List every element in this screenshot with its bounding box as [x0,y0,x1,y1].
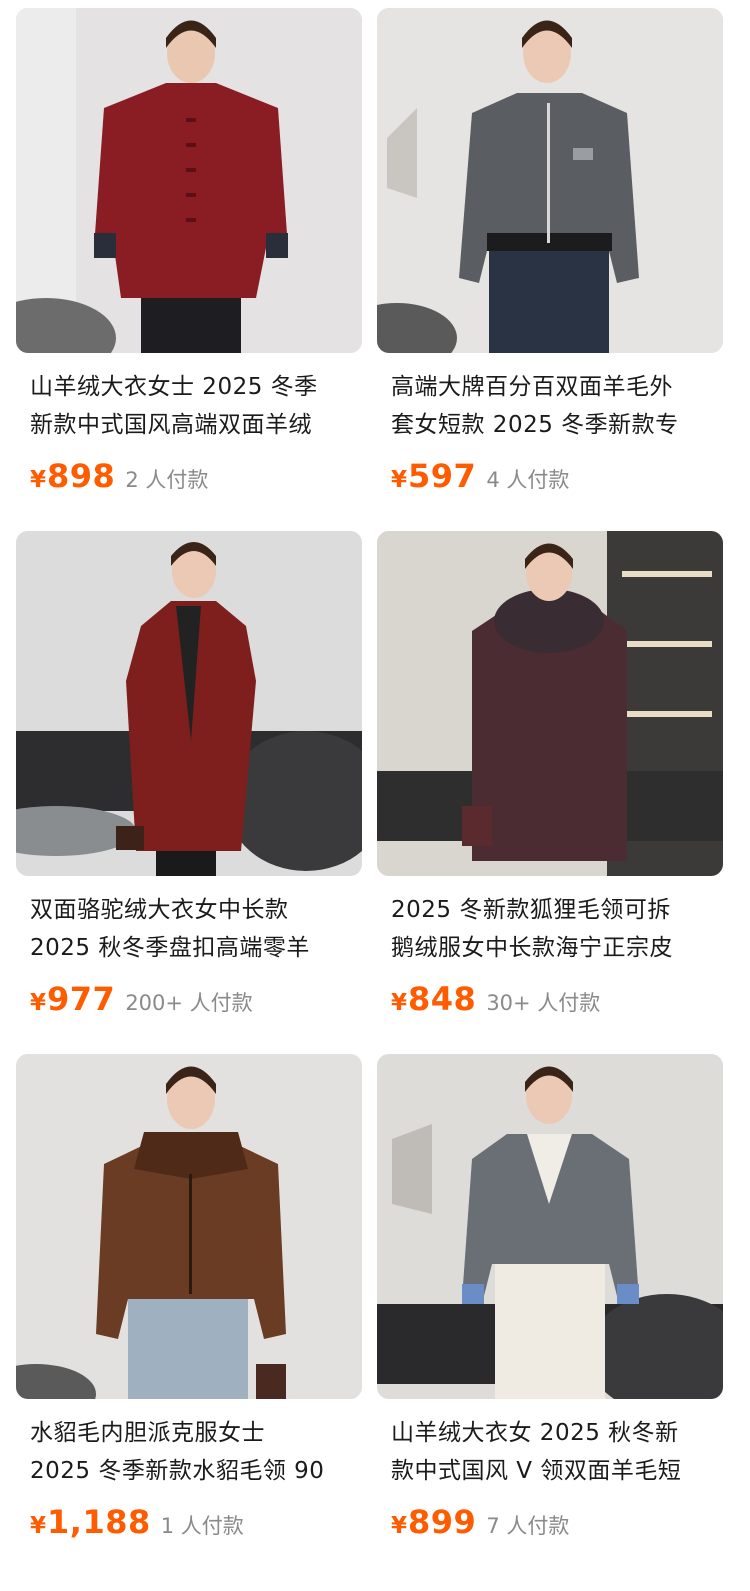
sales-count: 30+ 人付款 [486,991,601,1015]
product-card[interactable]: 2025 冬新款狐狸毛领可拆 鹅绒服女中长款海宁正宗皮 ¥ 848 30+ 人付… [377,531,723,1031]
product-card[interactable]: 双面骆驼绒大衣女中长款 2025 秋冬季盘扣高端零羊 ¥ 977 200+ 人付… [16,531,362,1031]
product-card[interactable]: 水貂毛内胆派克服女士 2025 冬季新款水貂毛领 90 ¥ 1,188 1 人付… [16,1054,362,1554]
product-price: 977 [47,980,116,1018]
price-row: ¥ 898 2 人付款 [30,457,208,501]
product-card[interactable]: 山羊绒大衣女 2025 秋冬新 款中式国风 V 领双面羊毛短 ¥ 899 7 人… [377,1054,723,1554]
product-price: 899 [408,1503,477,1541]
product-card[interactable]: 山羊绒大衣女士 2025 冬季 新款中式国风高端双面羊绒 ¥ 898 2 人付款 [16,8,362,508]
product-image[interactable] [16,531,362,876]
currency-symbol: ¥ [30,1513,47,1539]
product-image[interactable] [377,8,723,353]
product-title[interactable]: 2025 冬新款狐狸毛领可拆 鹅绒服女中长款海宁正宗皮 [391,891,713,967]
product-card[interactable]: 高端大牌百分百双面羊毛外 套女短款 2025 冬季新款专 ¥ 597 4 人付款 [377,8,723,508]
sales-count: 1 人付款 [160,1514,244,1538]
product-title[interactable]: 山羊绒大衣女 2025 秋冬新 款中式国风 V 领双面羊毛短 [391,1414,713,1490]
currency-symbol: ¥ [30,990,47,1016]
sales-count: 4 人付款 [486,468,570,492]
product-grid: 山羊绒大衣女士 2025 冬季 新款中式国风高端双面羊绒 ¥ 898 2 人付款 [0,0,750,1591]
price-row: ¥ 848 30+ 人付款 [391,980,600,1024]
product-title[interactable]: 双面骆驼绒大衣女中长款 2025 秋冬季盘扣高端零羊 [30,891,352,967]
currency-symbol: ¥ [391,1513,408,1539]
sales-count: 2 人付款 [125,468,209,492]
price-row: ¥ 1,188 1 人付款 [30,1503,244,1547]
product-image[interactable] [377,531,723,876]
product-price: 1,188 [47,1503,151,1541]
sales-count: 200+ 人付款 [125,991,253,1015]
product-title[interactable]: 高端大牌百分百双面羊毛外 套女短款 2025 冬季新款专 [391,368,713,444]
price-row: ¥ 977 200+ 人付款 [30,980,253,1024]
product-image[interactable] [377,1054,723,1399]
currency-symbol: ¥ [391,990,408,1016]
sales-count: 7 人付款 [486,1514,570,1538]
product-price: 597 [408,457,477,495]
product-title[interactable]: 水貂毛内胆派克服女士 2025 冬季新款水貂毛领 90 [30,1414,352,1490]
product-price: 848 [408,980,477,1018]
currency-symbol: ¥ [30,467,47,493]
currency-symbol: ¥ [391,467,408,493]
product-price: 898 [47,457,116,495]
price-row: ¥ 597 4 人付款 [391,457,569,501]
price-row: ¥ 899 7 人付款 [391,1503,569,1547]
product-title[interactable]: 山羊绒大衣女士 2025 冬季 新款中式国风高端双面羊绒 [30,368,352,444]
product-image[interactable] [16,1054,362,1399]
product-image[interactable] [16,8,362,353]
